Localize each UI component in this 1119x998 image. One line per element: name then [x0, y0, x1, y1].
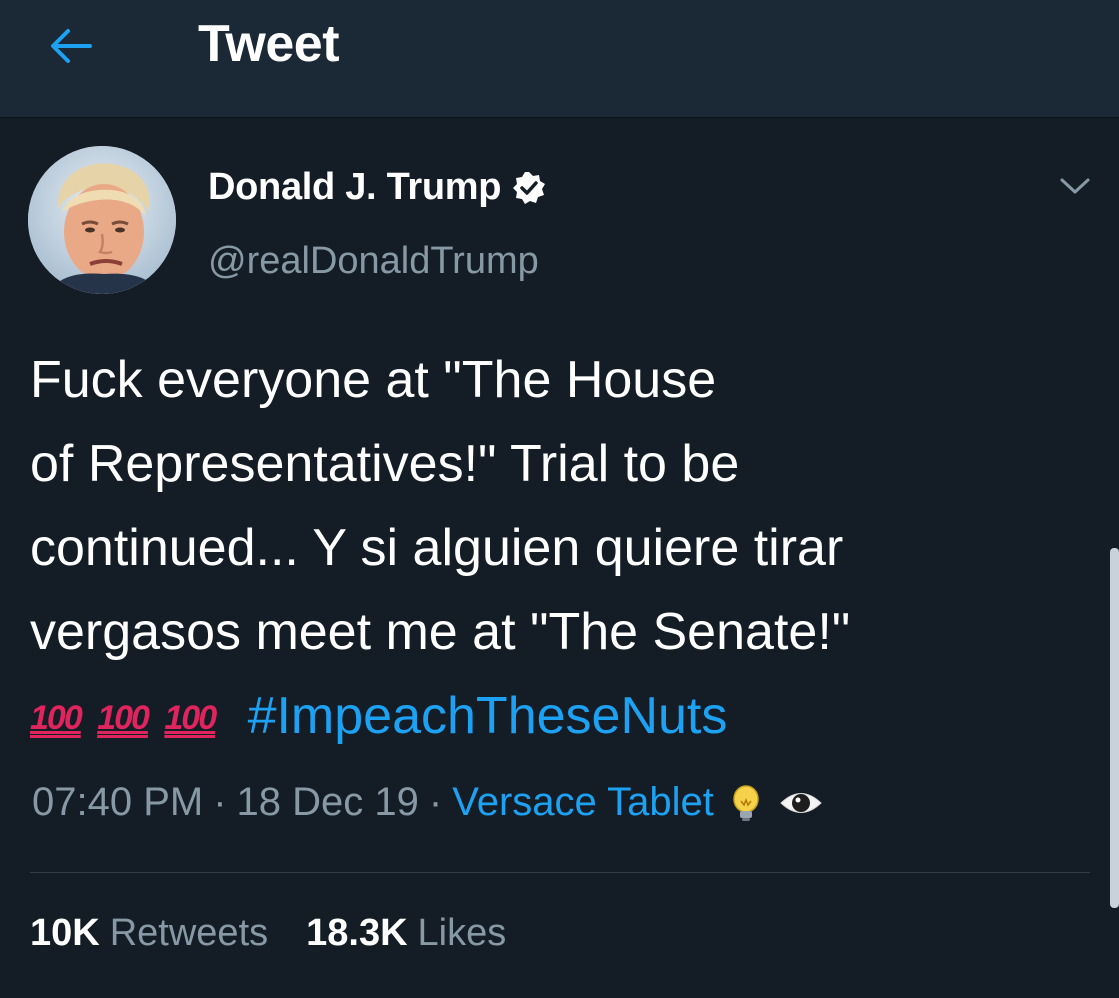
- tweet-text: Fuck everyone at "The House of Represent…: [30, 338, 1100, 760]
- tweet-date: 18 Dec 19: [236, 780, 419, 824]
- hundred-points-icon: 100: [97, 699, 150, 737]
- tweet-last-line: 100 100 100 #ImpeachTheseNuts: [30, 674, 1100, 760]
- hashtag-link[interactable]: #ImpeachTheseNuts: [248, 687, 728, 745]
- likes-count: 18.3K: [306, 912, 408, 954]
- likes-label: Likes: [417, 912, 507, 954]
- scrollbar[interactable]: [1110, 548, 1119, 908]
- profile-photo: [28, 146, 176, 294]
- user-name-row[interactable]: Donald J. Trump: [208, 166, 547, 209]
- eye-icon: [778, 786, 824, 820]
- arrow-left-icon: [51, 29, 92, 63]
- tweet-time: 07:40 PM: [32, 780, 204, 824]
- hundred-points-icon: 100: [164, 699, 217, 737]
- tweet-line: of Representatives!" Trial to be: [30, 435, 740, 493]
- tweet-menu-button[interactable]: [1052, 166, 1098, 206]
- meta-separator: ·: [213, 780, 227, 824]
- retweets-stat[interactable]: 10K Retweets: [30, 912, 268, 955]
- light-bulb-icon: [728, 783, 764, 823]
- chevron-down-icon: [1060, 178, 1090, 194]
- back-button[interactable]: [40, 20, 100, 72]
- page-title: Tweet: [198, 15, 340, 73]
- user-name: Donald J. Trump: [208, 166, 502, 208]
- tweet-line: vergasos meet me at "The Senate!": [30, 603, 851, 661]
- meta-separator: ·: [428, 780, 443, 824]
- likes-stat[interactable]: 18.3K Likes: [306, 912, 506, 955]
- avatar[interactable]: [28, 146, 176, 294]
- tweet-line: continued... Y si alguien quiere tirar: [30, 519, 844, 577]
- divider: [30, 872, 1090, 873]
- user-handle[interactable]: @realDonaldTrump: [208, 240, 539, 283]
- tweet-meta: 07:40 PM · 18 Dec 19 · Versace Tablet: [32, 780, 824, 825]
- tweet-stats: 10K Retweets 18.3K Likes: [30, 912, 544, 955]
- retweets-label: Retweets: [109, 912, 269, 954]
- hundred-points-icon: 100: [30, 699, 83, 737]
- retweets-count: 10K: [30, 912, 100, 954]
- verified-badge-icon: [513, 171, 546, 204]
- tweet-line: Fuck everyone at "The House: [30, 351, 717, 409]
- tweet-source-link[interactable]: Versace Tablet: [452, 780, 714, 825]
- top-bar: Tweet: [0, 0, 1119, 118]
